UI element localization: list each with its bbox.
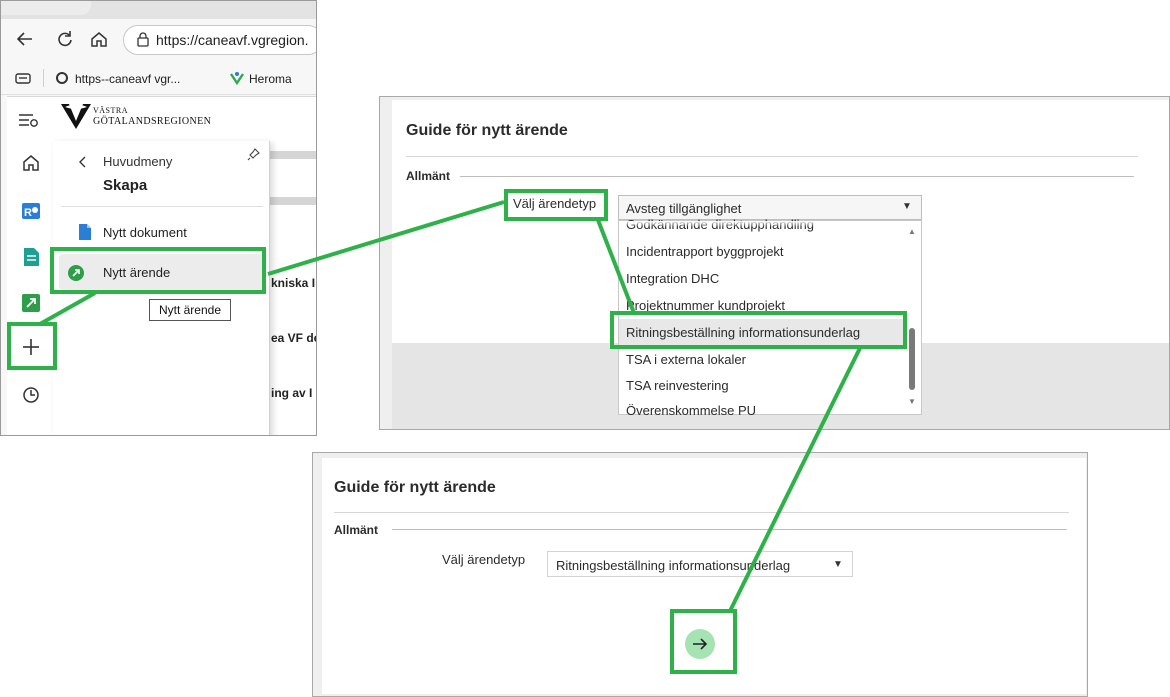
sidebar-collapse-icon[interactable] (17, 111, 39, 129)
section-divider (392, 529, 1067, 530)
title-divider (334, 512, 1069, 513)
option-item[interactable]: Integration DHC (626, 271, 719, 286)
logo-line-1: VÄSTRA (93, 106, 129, 115)
logo-line-2: GÖTALANDSREGIONEN (93, 116, 212, 127)
case-type-select-value: Avsteg tillgänglighet (626, 201, 742, 216)
menu-back-label[interactable]: Huvudmeny (103, 154, 172, 169)
bookmark-divider (43, 69, 44, 87)
highlight-plus (7, 322, 57, 370)
section-heading: Allmänt (406, 169, 451, 183)
case-type-label: Välj ärendetyp (442, 552, 526, 567)
home-icon[interactable] (21, 153, 41, 173)
vgr-logo-icon (61, 104, 91, 129)
menu-title: Skapa (103, 177, 148, 194)
scroll-up-icon[interactable]: ▲ (908, 227, 916, 236)
page-title: Guide för nytt ärende (334, 479, 496, 496)
url-text: https://caneavf.vgregion. (156, 32, 309, 48)
home-icon[interactable] (89, 29, 109, 49)
highlight-option (610, 311, 907, 349)
browser-tab[interactable] (1, 1, 91, 15)
document-list-icon[interactable] (21, 247, 41, 267)
option-item[interactable]: TSA i externa lokaler (626, 352, 746, 367)
highlight-new-case (50, 247, 266, 294)
section-heading: Allmänt (334, 523, 379, 537)
section-divider (460, 176, 1134, 177)
chevron-left-icon[interactable] (77, 155, 89, 169)
option-item[interactable]: Incidentrapport byggprojekt (626, 244, 784, 259)
refresh-icon[interactable] (55, 29, 75, 49)
case-type-select-value: Ritningsbeställning informationsunderlag (556, 558, 791, 573)
collections-icon[interactable] (15, 70, 31, 86)
groups-icon[interactable]: R (21, 201, 41, 221)
background-text: kniska I (271, 276, 316, 290)
svg-text:R: R (24, 207, 32, 219)
background-bar (269, 197, 316, 205)
chevron-down-icon[interactable]: ▼ (902, 201, 912, 212)
background-text: ing av I (271, 386, 313, 400)
bookmark-caneavf[interactable]: https--caneavf vgr... (75, 72, 180, 86)
tooltip: Nytt ärende (149, 299, 231, 321)
lock-icon[interactable] (136, 32, 150, 48)
highlight-next-button (670, 609, 737, 674)
highlight-case-type-label (504, 189, 608, 221)
title-divider (406, 156, 1138, 157)
menu-item-new-document[interactable]: Nytt dokument (103, 225, 187, 240)
site-icon (56, 72, 68, 84)
guide-dropdown-screenshot: Guide för nytt ärende Allmänt Välj ärend… (379, 96, 1170, 430)
history-icon[interactable] (21, 385, 41, 405)
pin-icon[interactable] (247, 147, 261, 161)
browser-screenshot: https://caneavf.vgregion. https--caneavf… (0, 0, 317, 436)
document-icon (79, 224, 91, 240)
bookmark-heroma[interactable]: Heroma (249, 72, 292, 86)
background-bar (269, 151, 316, 159)
chevron-down-icon[interactable]: ▼ (833, 559, 843, 570)
scroll-down-icon[interactable]: ▼ (908, 397, 916, 406)
back-icon[interactable] (15, 29, 35, 49)
background-text: ea VF dc (271, 331, 317, 345)
option-item[interactable]: TSA reinvestering (626, 378, 729, 393)
heroma-icon (230, 72, 244, 86)
case-list-icon[interactable] (21, 293, 41, 313)
page-title: Guide för nytt ärende (406, 122, 568, 139)
list-fade (619, 221, 907, 227)
scrollbar-thumb[interactable] (909, 328, 915, 390)
menu-divider (61, 206, 263, 207)
option-item[interactable]: Överenskommelse PU (626, 403, 756, 418)
